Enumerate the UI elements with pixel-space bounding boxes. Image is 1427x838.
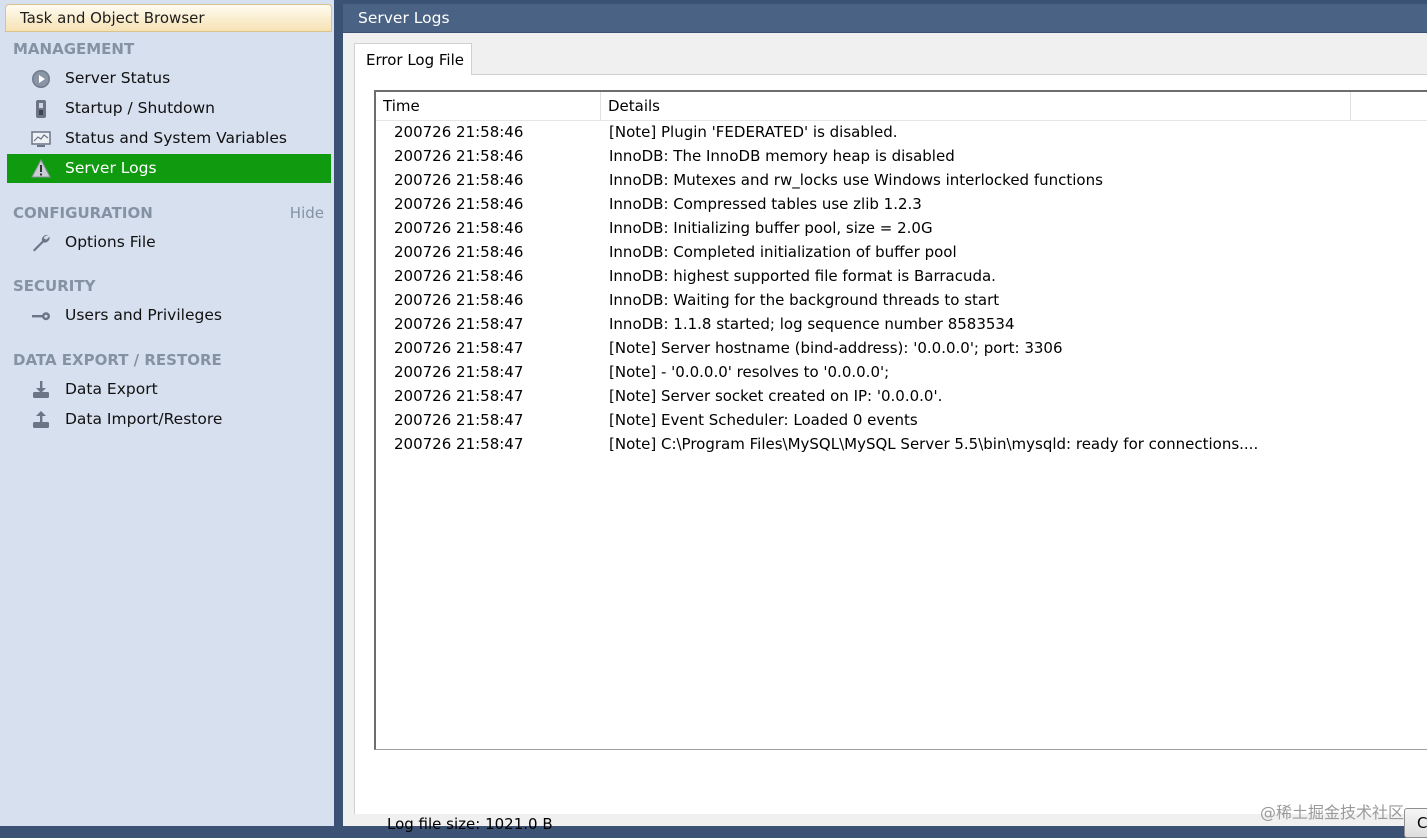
warning-icon bbox=[31, 159, 51, 178]
sidebar-item-label: Status and System Variables bbox=[65, 129, 287, 147]
sidebar-item-options-file[interactable]: Options File bbox=[7, 228, 331, 257]
cell-details: [Note] Plugin 'FEDERATED' is disabled. bbox=[609, 123, 898, 141]
server-logs-panel: Error Log File Time Details 200726 21:58… bbox=[343, 33, 1427, 838]
cell-details: InnoDB: Completed initialization of buff… bbox=[609, 243, 957, 261]
cell-details: [Note] Server socket created on IP: '0.0… bbox=[609, 387, 943, 405]
cell-time: 200726 21:58:47 bbox=[394, 435, 524, 453]
cell-details: InnoDB: The InnoDB memory heap is disabl… bbox=[609, 147, 955, 165]
play-circle-icon bbox=[32, 70, 50, 88]
column-divider[interactable] bbox=[1350, 92, 1351, 120]
cell-details: InnoDB: highest supported file format is… bbox=[609, 267, 996, 285]
table-row[interactable]: 200726 21:58:47 [Note] Server hostname (b… bbox=[376, 336, 1427, 360]
table-row[interactable]: 200726 21:58:46 InnoDB: Waiting for the b… bbox=[376, 288, 1427, 312]
table-row[interactable]: 200726 21:58:46 InnoDB: Initializing buff… bbox=[376, 216, 1427, 240]
page-title: Server Logs bbox=[343, 4, 1427, 32]
hide-link[interactable]: Hide bbox=[290, 204, 324, 222]
log-table[interactable]: Time Details 200726 21:58:46 [Note] Plugi… bbox=[374, 90, 1427, 750]
cell-details: InnoDB: Compressed tables use zlib 1.2.3 bbox=[609, 195, 922, 213]
monitor-icon bbox=[31, 131, 51, 147]
table-row[interactable]: 200726 21:58:47 InnoDB: 1.1.8 started; lo… bbox=[376, 312, 1427, 336]
table-row[interactable]: 200726 21:58:47 [Note] - '0.0.0.0' resolv… bbox=[376, 360, 1427, 384]
sidebar-item-users-privileges[interactable]: Users and Privileges bbox=[7, 301, 331, 330]
section-title-security: SECURITY bbox=[13, 277, 96, 295]
cell-time: 200726 21:58:46 bbox=[394, 123, 524, 141]
sidebar-item-data-import[interactable]: Data Import/Restore bbox=[7, 405, 331, 434]
column-header-details[interactable]: Details bbox=[608, 97, 660, 115]
wrench-icon bbox=[33, 234, 50, 252]
sidebar-item-label: Server Logs bbox=[65, 159, 157, 177]
import-icon bbox=[33, 411, 49, 428]
table-row[interactable]: 200726 21:58:47 [Note] Server socket crea… bbox=[376, 384, 1427, 408]
column-divider[interactable] bbox=[600, 92, 601, 120]
cell-details: [Note] - '0.0.0.0' resolves to '0.0.0.0'… bbox=[609, 363, 890, 381]
sidebar-item-data-export[interactable]: Data Export bbox=[7, 375, 331, 404]
cell-details: InnoDB: Initializing buffer pool, size =… bbox=[609, 219, 933, 237]
section-title-data-export: DATA EXPORT / RESTORE bbox=[13, 351, 222, 369]
cell-time: 200726 21:58:46 bbox=[394, 195, 524, 213]
cell-time: 200726 21:58:46 bbox=[394, 291, 524, 309]
log-file-size: Log file size: 1021.0 B bbox=[387, 815, 553, 833]
copy-button[interactable]: Copy bbox=[1404, 808, 1427, 838]
cell-time: 200726 21:58:46 bbox=[394, 171, 524, 189]
table-header: Time Details bbox=[376, 92, 1427, 121]
sidebar-item-label: Data Import/Restore bbox=[65, 410, 223, 428]
section-title-configuration: CONFIGURATION bbox=[13, 204, 153, 222]
table-row[interactable]: 200726 21:58:46 InnoDB: Completed initial… bbox=[376, 240, 1427, 264]
sidebar-item-label: Startup / Shutdown bbox=[65, 99, 215, 117]
cell-time: 200726 21:58:47 bbox=[394, 363, 524, 381]
sidebar-item-label: Server Status bbox=[65, 69, 171, 87]
sidebar-item-label: Data Export bbox=[65, 380, 158, 398]
sidebar-header: Task and Object Browser bbox=[5, 4, 332, 32]
table-row[interactable]: 200726 21:58:47 [Note] Event Scheduler: L… bbox=[376, 408, 1427, 432]
tab-content: Time Details 200726 21:58:46 [Note] Plugi… bbox=[354, 75, 1427, 838]
power-switch-icon bbox=[36, 100, 46, 118]
cell-time: 200726 21:58:46 bbox=[394, 267, 524, 285]
watermark: @稀土掘金技术社区 bbox=[1260, 803, 1405, 822]
table-row[interactable]: 200726 21:58:46 [Note] Plugin 'FEDERATED'… bbox=[376, 120, 1427, 144]
sidebar-item-label: Options File bbox=[65, 233, 156, 251]
cell-details: [Note] Event Scheduler: Loaded 0 events bbox=[609, 411, 918, 429]
table-row[interactable]: 200726 21:58:46 InnoDB: Compressed tables… bbox=[376, 192, 1427, 216]
cell-time: 200726 21:58:47 bbox=[394, 411, 524, 429]
sidebar-item-server-logs[interactable]: Server Logs bbox=[7, 154, 331, 183]
cell-details: [Note] C:\Program Files\MySQL\MySQL Serv… bbox=[609, 435, 1259, 453]
table-row[interactable]: 200726 21:58:47 [Note] C:\Program Files\M… bbox=[376, 432, 1427, 456]
cell-time: 200726 21:58:47 bbox=[394, 339, 524, 357]
sidebar-item-status-system-variables[interactable]: Status and System Variables bbox=[7, 124, 331, 153]
section-title-management: MANAGEMENT bbox=[13, 40, 135, 58]
sidebar-item-label: Users and Privileges bbox=[65, 306, 222, 324]
cell-time: 200726 21:58:47 bbox=[394, 387, 524, 405]
sidebar-item-startup-shutdown[interactable]: Startup / Shutdown bbox=[7, 94, 331, 123]
cell-time: 200726 21:58:46 bbox=[394, 219, 524, 237]
tab-error-log-file[interactable]: Error Log File bbox=[354, 43, 472, 75]
column-header-time[interactable]: Time bbox=[383, 97, 420, 115]
cell-details: InnoDB: Mutexes and rw_locks use Windows… bbox=[609, 171, 1103, 189]
cell-details: InnoDB: Waiting for the background threa… bbox=[609, 291, 1000, 309]
table-row[interactable]: 200726 21:58:46 InnoDB: The InnoDB memory… bbox=[376, 144, 1427, 168]
cell-details: [Note] Server hostname (bind-address): '… bbox=[609, 339, 1063, 357]
task-object-browser: Task and Object Browser MANAGEMENT Serve… bbox=[0, 0, 334, 826]
cell-details: InnoDB: 1.1.8 started; log sequence numb… bbox=[609, 315, 1015, 333]
key-icon bbox=[32, 312, 50, 321]
cell-time: 200726 21:58:47 bbox=[394, 315, 524, 333]
sidebar-item-server-status[interactable]: Server Status bbox=[7, 64, 331, 93]
export-icon bbox=[33, 381, 49, 398]
cell-time: 200726 21:58:46 bbox=[394, 147, 524, 165]
cell-time: 200726 21:58:46 bbox=[394, 243, 524, 261]
table-row[interactable]: 200726 21:58:46 InnoDB: Mutexes and rw_lo… bbox=[376, 168, 1427, 192]
table-row[interactable]: 200726 21:58:46 InnoDB: highest supported… bbox=[376, 264, 1427, 288]
